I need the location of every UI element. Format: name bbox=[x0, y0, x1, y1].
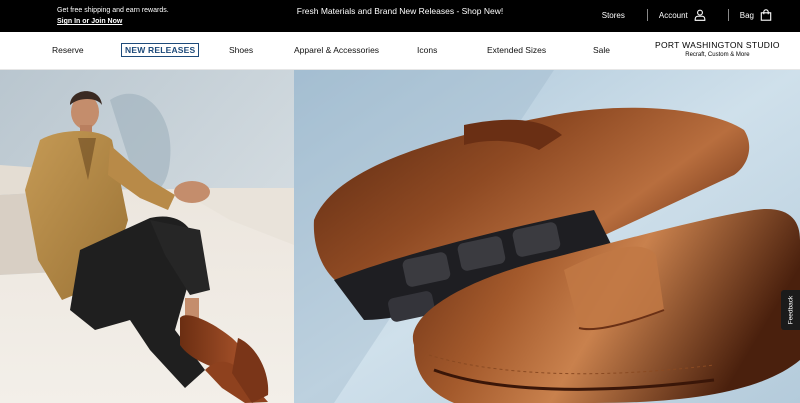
nav-item-sale[interactable]: Sale bbox=[593, 45, 610, 55]
nav-item-reserve[interactable]: Reserve bbox=[52, 45, 84, 55]
account-label: Account bbox=[658, 10, 688, 20]
studio-title: PORT WASHINGTON STUDIO bbox=[655, 40, 780, 50]
studio-subtitle: Recraft, Custom & More bbox=[685, 52, 750, 58]
divider bbox=[727, 9, 729, 21]
model-photo bbox=[0, 70, 294, 403]
promo-message-link[interactable]: Fresh Materials and Brand New Releases -… bbox=[297, 6, 503, 16]
utility-links: Stores Account Bag bbox=[602, 9, 772, 21]
account-link[interactable]: Account bbox=[659, 9, 706, 21]
nav-item-shoes[interactable]: Shoes bbox=[229, 45, 253, 55]
rewards-promo: Get free shipping and earn rewards. Sign… bbox=[57, 6, 169, 27]
nav-item-extended-sizes[interactable]: Extended Sizes bbox=[487, 45, 546, 55]
hero-loafers-image[interactable] bbox=[294, 70, 800, 403]
bag-label: Bag bbox=[739, 10, 754, 20]
sign-in-join-link[interactable]: Sign In or Join Now bbox=[57, 17, 169, 27]
bag-link[interactable]: Bag bbox=[740, 9, 772, 21]
nav-item-apparel-accessories[interactable]: Apparel & Accessories bbox=[294, 45, 379, 55]
feedback-label: Feedback bbox=[787, 295, 794, 325]
nav-item-icons[interactable]: Icons bbox=[417, 45, 437, 55]
main-navigation: Reserve NEW RELEASES Shoes Apparel & Acc… bbox=[0, 32, 800, 70]
shopping-bag-icon bbox=[760, 9, 772, 21]
user-icon bbox=[694, 9, 706, 21]
feedback-button[interactable]: Feedback bbox=[781, 290, 800, 330]
rewards-promo-text: Get free shipping and earn rewards. bbox=[57, 7, 169, 14]
hero-model-image[interactable] bbox=[0, 70, 294, 403]
stores-label: Stores bbox=[601, 10, 625, 20]
port-washington-studio-link[interactable]: PORT WASHINGTON STUDIO Recraft, Custom &… bbox=[655, 41, 780, 60]
loafers-photo bbox=[294, 70, 800, 403]
stores-link[interactable]: Stores bbox=[602, 11, 625, 20]
promo-bar: Get free shipping and earn rewards. Sign… bbox=[0, 0, 800, 32]
divider bbox=[646, 9, 648, 21]
nav-item-new-releases[interactable]: NEW RELEASES bbox=[121, 43, 200, 57]
